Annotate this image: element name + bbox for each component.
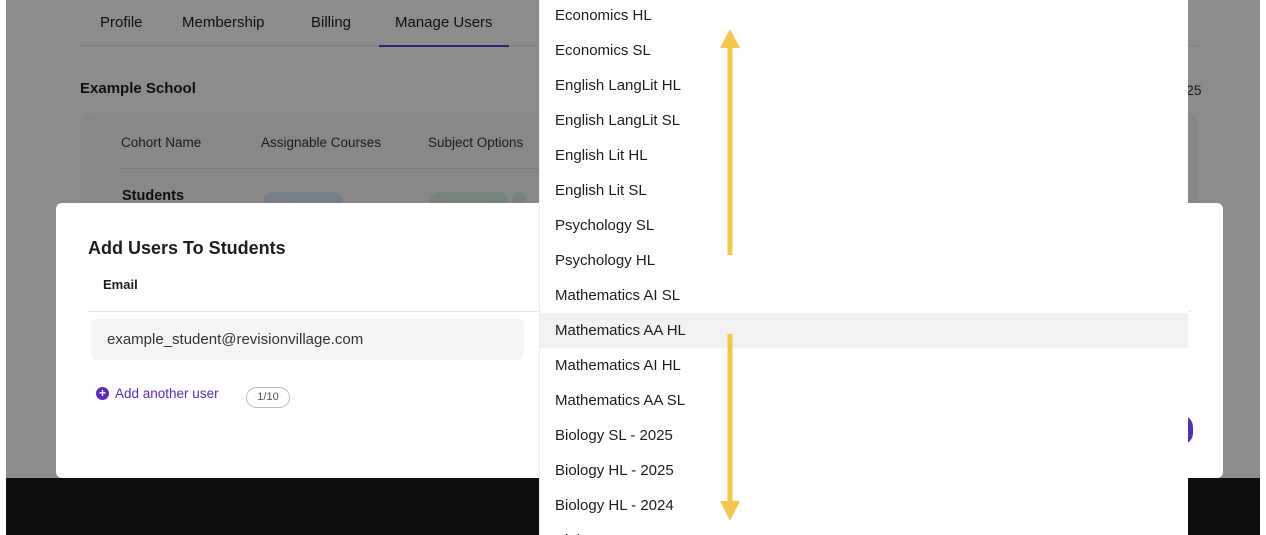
- dropdown-option[interactable]: Economics HL: [540, 0, 1188, 33]
- dropdown-option[interactable]: Biology HL - 2024: [540, 488, 1188, 523]
- email-column-label: Email: [103, 277, 138, 292]
- dropdown-option[interactable]: Economics SL: [540, 33, 1188, 68]
- dropdown-option[interactable]: Mathematics AA HL: [540, 313, 1188, 348]
- email-field[interactable]: [91, 319, 524, 360]
- dropdown-option[interactable]: Mathematics AI HL: [540, 348, 1188, 383]
- dropdown-option[interactable]: Psychology SL: [540, 208, 1188, 243]
- dropdown-option[interactable]: English LangLit SL: [540, 103, 1188, 138]
- dropdown-option[interactable]: Mathematics AA SL: [540, 383, 1188, 418]
- modal-title: Add Users To Students: [88, 238, 286, 258]
- dropdown-option[interactable]: Biology HL - 2025: [540, 453, 1188, 488]
- user-counter-badge: 1/10: [246, 387, 290, 408]
- course-dropdown-list[interactable]: Economics HL Economics SL English LangLit …: [539, 0, 1188, 535]
- add-another-user-label: Add another user: [115, 386, 219, 401]
- dropdown-option[interactable]: Mathematics AI SL: [540, 278, 1188, 313]
- dropdown-options: Economics HL Economics SL English LangLit …: [540, 0, 1188, 535]
- dropdown-option[interactable]: Psychology HL: [540, 243, 1188, 278]
- dropdown-option[interactable]: Biology SL - 2025: [540, 418, 1188, 453]
- dropdown-option[interactable]: English Lit SL: [540, 173, 1188, 208]
- dropdown-option[interactable]: English LangLit HL: [540, 68, 1188, 103]
- screen: Profile Membership Billing Manage Users …: [0, 0, 1266, 535]
- dropdown-option[interactable]: Biology SL - 2024: [540, 523, 1188, 535]
- dropdown-option[interactable]: English Lit HL: [540, 138, 1188, 173]
- plus-circle-icon: +: [96, 387, 109, 400]
- add-another-user-button[interactable]: + Add another user: [96, 386, 219, 401]
